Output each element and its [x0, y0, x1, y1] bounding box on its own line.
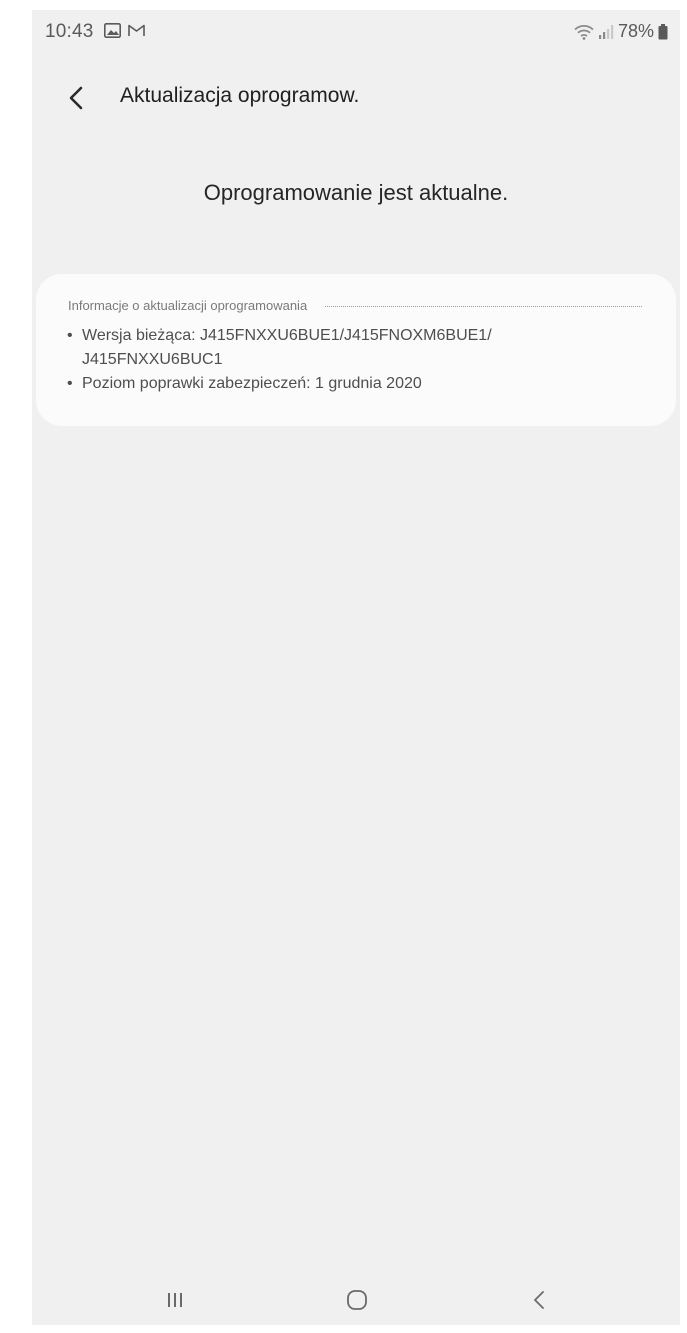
battery-icon: [658, 23, 668, 39]
signal-icon: [598, 24, 614, 39]
security-patch-text: Poziom poprawki zabezpieczeń: 1 grudnia …: [82, 375, 422, 392]
screen: 10:43 78% Aktualizacja oprogramow. Oprog…: [32, 10, 680, 1325]
recents-button[interactable]: [140, 1275, 210, 1325]
app-bar: Aktualizacja oprogramow.: [32, 70, 680, 126]
wifi-icon: [574, 24, 594, 40]
status-indicators: 78%: [574, 21, 668, 42]
nav-back-button[interactable]: [504, 1275, 574, 1325]
back-arrow-icon: [69, 86, 83, 110]
bullet: •: [67, 375, 73, 392]
status-time: 10:43: [45, 21, 94, 42]
bullet: •: [67, 327, 73, 344]
back-button[interactable]: [56, 78, 96, 118]
recents-icon: [168, 1293, 182, 1307]
card-header-label: Informacje o aktualizacji oprogramowania: [68, 298, 308, 313]
version-text: Wersja bieżąca: J415FNXXU6BUE1/J415FNOXM…: [82, 327, 492, 368]
list-item-version: • Wersja bieżąca: J415FNXXU6BUE1/J415FNO…: [66, 324, 626, 372]
card-header: Informacje o aktualizacji oprogramowania: [68, 298, 642, 313]
status-bar: 10:43 78%: [32, 10, 680, 54]
update-status-message: Oprogramowanie jest aktualne.: [203, 180, 509, 205]
navigation-bar: [32, 1275, 680, 1325]
battery-percentage: 78%: [617, 21, 654, 41]
list-item-security-patch: • Poziom poprawki zabezpieczeń: 1 grudni…: [66, 372, 626, 396]
info-list: • Wersja bieżąca: J415FNXXU6BUE1/J415FNO…: [66, 324, 626, 396]
home-button[interactable]: [322, 1275, 392, 1325]
mail-icon: [128, 24, 145, 36]
update-info-card: Informacje o aktualizacji oprogramowania…: [36, 274, 676, 426]
back-icon: [534, 1291, 544, 1309]
gallery-icon: [104, 23, 121, 38]
page-title: Aktualizacja oprogramow.: [120, 84, 360, 107]
home-icon: [347, 1290, 367, 1310]
card-header-divider: [325, 306, 642, 307]
